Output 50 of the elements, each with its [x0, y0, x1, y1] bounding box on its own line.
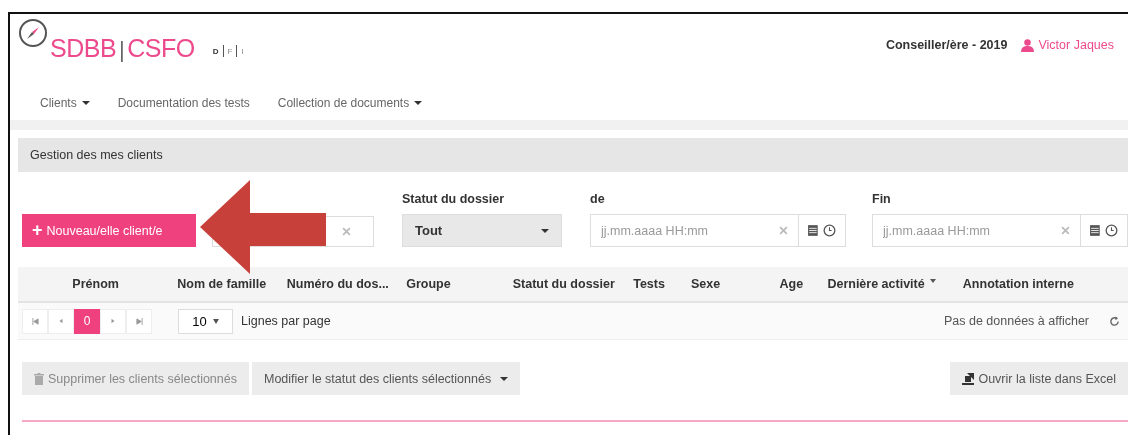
- column-header[interactable]: Statut du dossier: [504, 277, 626, 291]
- compass-icon: [18, 18, 48, 48]
- column-header[interactable]: Annotation interne: [948, 277, 1128, 291]
- language-link[interactable]: D: [212, 46, 219, 56]
- right-triangle-icon: [110, 318, 116, 324]
- column-header[interactable]: Tests: [625, 277, 683, 291]
- column-header[interactable]: Groupe: [398, 277, 505, 291]
- export-icon: [962, 372, 975, 385]
- page-size-select[interactable]: 10: [178, 308, 233, 334]
- column-header[interactable]: Sexe: [682, 277, 772, 291]
- action-button[interactable]: Ouvrir la liste dans Excel: [950, 362, 1128, 395]
- nav-link[interactable]: Documentation des tests: [117, 96, 250, 110]
- status-select[interactable]: Tout: [402, 214, 562, 247]
- column-header[interactable]: Prénom: [22, 277, 170, 291]
- page-button[interactable]: 0: [74, 308, 100, 334]
- page-size-label: Lignes par page: [241, 314, 331, 328]
- left-triangle-icon: [58, 318, 64, 324]
- first-page-button[interactable]: [22, 308, 48, 334]
- new-client-button[interactable]: + Nouveau/elle client/e: [22, 214, 196, 247]
- column-header[interactable]: Age: [771, 277, 820, 291]
- role-label: Conseiller/ère - 2019: [885, 38, 1008, 52]
- clear-icon[interactable]: [779, 226, 788, 235]
- language-link[interactable]: F: [227, 46, 233, 56]
- empty-message: Pas de données à afficher: [944, 314, 1089, 328]
- next-page-button[interactable]: [100, 308, 126, 334]
- filter-label: Statut du dossier: [402, 192, 506, 206]
- calendar-clock-icon: [807, 224, 837, 237]
- section-title: Gestion des mes clients: [30, 148, 163, 162]
- filter-label: de: [590, 192, 606, 206]
- nav-link[interactable]: Clients: [40, 96, 90, 110]
- last-page-button[interactable]: [126, 308, 152, 334]
- user-link[interactable]: Victor Jaques: [1038, 38, 1114, 52]
- date-field[interactable]: jj.mm.aaaa HH:mm: [872, 214, 1128, 247]
- trash-icon: [34, 372, 44, 385]
- date-field[interactable]: jj.mm.aaaa HH:mm: [590, 214, 846, 247]
- previous-page-button[interactable]: [48, 308, 74, 334]
- calendar-clock-icon: [1089, 224, 1119, 237]
- action-button[interactable]: Modifier le statut des clients sélectionnés: [252, 362, 521, 395]
- filter-label: Fin: [872, 192, 892, 206]
- logo-text[interactable]: SDBB|CSFO: [50, 34, 195, 63]
- last-page-icon: [135, 317, 143, 325]
- nav-link[interactable]: Collection de documents: [277, 96, 423, 110]
- column-header[interactable]: Numéro du dos...: [278, 277, 399, 291]
- refresh-icon[interactable]: [1109, 315, 1120, 327]
- column-header[interactable]: Dernière activité: [819, 277, 949, 291]
- user-icon: [1021, 38, 1035, 52]
- column-header[interactable]: Nom de famille: [169, 277, 279, 291]
- first-page-icon: [31, 317, 39, 325]
- language-link[interactable]: I: [241, 46, 244, 56]
- clear-icon[interactable]: [1061, 226, 1070, 235]
